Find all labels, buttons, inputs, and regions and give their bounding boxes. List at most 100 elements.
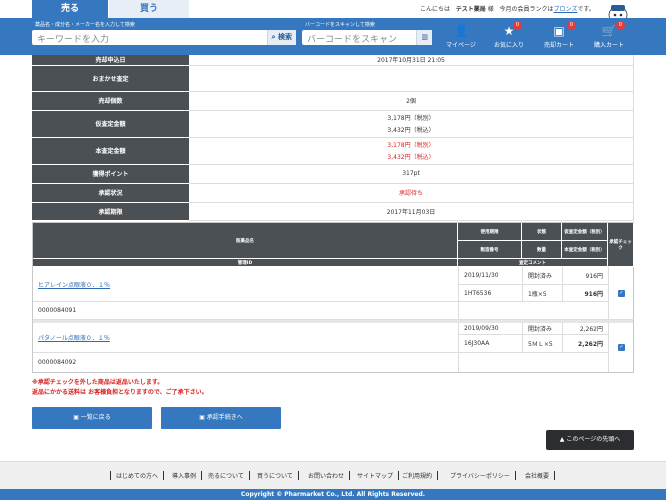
approve-checkbox[interactable]: ✓ (618, 344, 625, 351)
col-lot: 製造番号 (458, 241, 522, 259)
user-icon: 👤 (453, 24, 469, 38)
approve-procedure-button[interactable]: ▣ 承認手続きへ (161, 407, 281, 429)
item-name-link[interactable]: パタノール点眼液０．１％ (38, 333, 110, 342)
info-value: 2個 (189, 91, 634, 111)
item-comment (458, 353, 608, 372)
item-final: 916円 (562, 285, 608, 302)
nav-mypage[interactable]: 👤 マイページ (440, 23, 482, 49)
back-to-top-label: このページの先頭へ (566, 436, 621, 443)
table-row: パタノール点眼液０．１％ (33, 323, 458, 353)
header: 薬品名・成分名・メーカー名を入力して検索 キーワードを入力 ⌕ 検索 バーコード… (0, 18, 666, 55)
approve-checkbox[interactable]: ✓ (618, 289, 625, 297)
favorites-badge: 0 (513, 21, 522, 30)
item-lot: 16J30AA (458, 335, 522, 353)
item-qty: 1瓶×5 (522, 285, 562, 302)
footer-link[interactable]: 買うについて (252, 471, 299, 480)
info-row: 仮査定金額 3,178円（税別） 3,432円（税込） (32, 110, 634, 138)
info-row: 売却個数 2個 (32, 91, 634, 111)
footer-link[interactable]: はじめての方へ (110, 471, 165, 480)
nav-mypage-label: マイページ (446, 42, 476, 49)
col-final: 本査定金額（税別） (562, 241, 608, 259)
footer-link[interactable]: 導入事例 (167, 471, 203, 480)
approve-procedure-label: 承認手続きへ (206, 414, 243, 421)
footer-link[interactable]: サイトマップ (352, 471, 400, 480)
item-expiry: 2019/11/30 (458, 267, 522, 285)
search-input[interactable]: キーワードを入力 (37, 32, 109, 45)
search-button[interactable]: ⌕ 検索 (266, 30, 296, 45)
honorific: 様 (487, 6, 494, 13)
chevron-up-icon: ▲ (559, 436, 565, 443)
info-row: 承認状況 承認待ち (32, 183, 634, 203)
barcode-box[interactable]: バーコードをスキャン ▥ (302, 30, 432, 45)
info-value: 2017年10月31日 21:05 (189, 55, 634, 66)
info-label: おまかせ査定 (32, 65, 189, 92)
search-button-label: 検索 (278, 33, 292, 41)
barcode-hint: バーコードをスキャンして検索 (305, 22, 375, 28)
item-qty: 5ＭＬ×5 (522, 335, 562, 353)
info-row: 売却申込日 2017年10月31日 21:05 (32, 55, 634, 66)
copyright: Copyright © Pharmarket Co., Ltd. All Rig… (0, 489, 666, 500)
info-label: 売却個数 (32, 91, 189, 111)
approve-cell: ✓ (608, 323, 634, 372)
nav-sell-cart[interactable]: ▣ 0 売却カート (538, 21, 580, 49)
nav-buy-cart[interactable]: 🛒 0 購入カート (588, 21, 630, 49)
item-state: 開封済み (522, 323, 562, 335)
info-label: 獲得ポイント (32, 164, 189, 184)
back-to-list-button[interactable]: ▣ 一覧に戻る (32, 407, 152, 429)
search-box[interactable]: キーワードを入力 ⌕ 検索 (32, 30, 296, 45)
footer-link[interactable]: 会社概要 (520, 471, 556, 480)
info-label: 承認状況 (32, 183, 189, 203)
info-label: 売却申込日 (32, 55, 189, 66)
info-row: おまかせ査定 (32, 65, 634, 92)
tab-sell[interactable]: 売る (32, 0, 108, 18)
col-qty: 数量 (522, 241, 562, 259)
col-name: 医薬品名 (33, 223, 458, 259)
item-name-link[interactable]: ヒアレイン点眼液０．１％ (38, 280, 110, 289)
footer-link[interactable]: ご利用規約 (397, 471, 439, 480)
sale-info-table: 売却申込日 2017年10月31日 21:05 おまかせ査定 売却個数 2個 仮… (32, 55, 634, 221)
nav-sell-cart-label: 売却カート (543, 42, 574, 49)
user-name: テスト薬局 (455, 6, 486, 13)
footer-nav: はじめての方へ 導入事例 売るについて 買うについて お問い合わせ サイトマップ… (0, 461, 666, 489)
info-label: 仮査定金額 (32, 110, 189, 138)
greeting: こんにちは テスト薬局 様 今月の会員ランクはブロンズです。 (420, 4, 595, 13)
footer-link[interactable]: 売るについて (203, 471, 250, 480)
search-icon: ⌕ (271, 33, 276, 41)
notes: ※承認チェックを外した商品は返品いたします。 返品にかかる送料は お客様負担とな… (32, 378, 208, 398)
info-row: 承認期限 2017年11月03日 (32, 202, 634, 221)
info-label: 本査定金額 (32, 137, 189, 165)
provisional-excl: 3,178円（税別） (387, 115, 435, 122)
col-expiry: 使用期限 (458, 223, 522, 241)
nav-favorites[interactable]: ★ 0 お気に入り (488, 21, 530, 49)
barcode-icon[interactable]: ▥ (416, 30, 432, 45)
sell-cart-badge: 0 (567, 21, 576, 30)
final-excl: 3,178円（税別） (387, 142, 435, 149)
col-provisional: 仮査定金額（税別） (562, 223, 608, 241)
info-value (189, 65, 634, 92)
approve-cell: ✓ (608, 267, 634, 320)
info-value: 3,178円（税別） 3,432円（税込） (189, 137, 634, 165)
info-value: 317pt (189, 164, 634, 184)
back-to-top-button[interactable]: ▲ このページの先頭へ (546, 430, 634, 450)
note-line: ※承認チェックを外した商品は返品いたします。 (32, 379, 164, 386)
back-to-list-label: 一覧に戻る (80, 414, 111, 421)
nav-buy-cart-label: 購入カート (593, 42, 624, 49)
info-row: 本査定金額 3,178円（税別） 3,432円（税込） (32, 137, 634, 165)
item-provisional: 2,262円 (562, 323, 608, 335)
item-state: 開封済み (522, 267, 562, 285)
col-comment: 査定コメント (458, 259, 608, 267)
star-icon: ★ (503, 24, 515, 38)
item-comment (458, 302, 608, 320)
provisional-incl: 3,432円（税込） (387, 127, 435, 134)
greeting-pre: こんにちは (420, 6, 451, 13)
top-bar: 売る 買う こんにちは テスト薬局 様 今月の会員ランクはブロンズです。 (0, 0, 666, 18)
barcode-input[interactable]: バーコードをスキャン (307, 32, 397, 45)
info-row: 獲得ポイント 317pt (32, 164, 634, 184)
footer-link[interactable]: お問い合わせ (303, 471, 351, 480)
rank-link[interactable]: ブロンズ (553, 6, 577, 13)
footer-link[interactable]: プライバシーポリシー (445, 471, 516, 480)
item-provisional: 916円 (562, 267, 608, 285)
col-mgmt-id: 管理ID (33, 259, 458, 267)
tab-buy[interactable]: 買う (109, 0, 189, 18)
col-approve: 承認チェック (608, 223, 634, 267)
